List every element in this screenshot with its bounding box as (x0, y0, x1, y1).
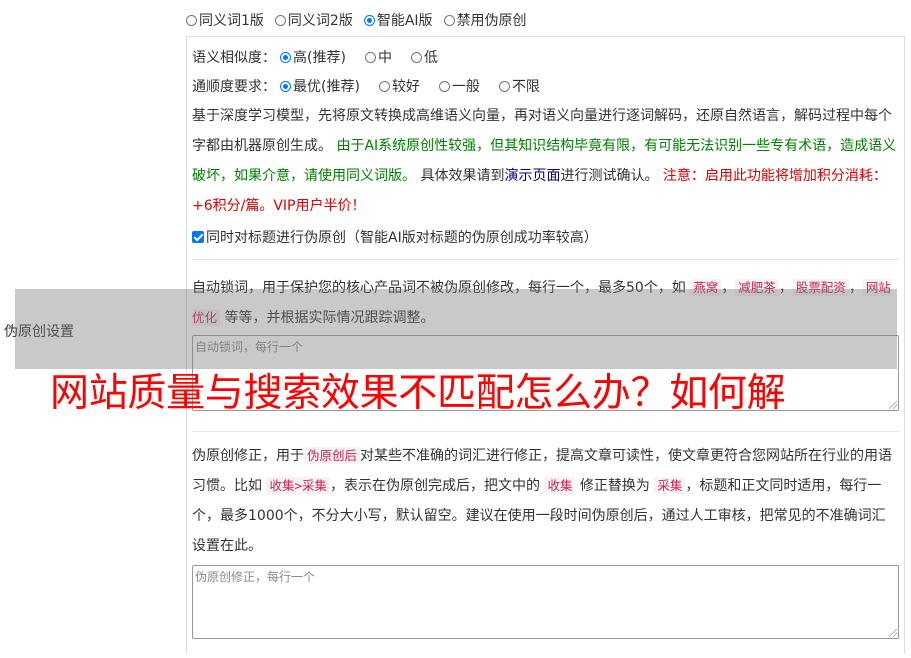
test-suffix-text: 进行测试确认。 (560, 168, 659, 184)
correction-description: 伪原创修正，用于 伪原创后 对某些不准确的词汇进行修正，提高文章可读性，使文章更符合… (192, 447, 893, 554)
ai-description: 基于深度学习模型，先将原文转换成高维语义向量，再对语义向量进行逐词解码，还原自然… (192, 101, 898, 221)
fluency-label: 通顺度要求： (192, 79, 276, 95)
correction-kw-example: 收集>采集 (266, 477, 330, 494)
radio-fluency-normal[interactable] (438, 80, 450, 92)
title-rewrite-label: 同时对标题进行伪原创（智能AI版对标题的伪原创成功率较高） (206, 230, 598, 246)
radio-ai[interactable] (363, 14, 375, 26)
correction-kw-after-rewrite: 伪原创后 (304, 447, 361, 464)
similarity-option-high[interactable]: 高(推荐) (280, 47, 346, 67)
demo-page-link[interactable]: 演示页面 (504, 168, 560, 184)
fluency-row: 通顺度要求： 最优(推荐) 较好 一般 不限 (192, 76, 551, 96)
correction-kw-to: 采集 (654, 477, 686, 494)
correction-textarea[interactable]: 伪原创修正，每行一个 (192, 565, 899, 639)
version-option-synonym1[interactable]: 同义词1版 (186, 10, 264, 30)
fluency-option-good[interactable]: 较好 (378, 76, 420, 96)
correction-kw-from: 收集 (544, 477, 576, 494)
version-radio-group: 同义词1版 同义词2版 智能AI版 禁用伪原创 (186, 10, 538, 30)
overlay-headline: 网站质量与搜索效果不匹配怎么办？如何解 (50, 371, 786, 416)
radio-similarity-low[interactable] (410, 51, 422, 63)
test-prefix-text: 具体效果请到 (420, 168, 505, 184)
title-rewrite-checkbox[interactable] (192, 231, 204, 243)
resize-grip-icon[interactable] (889, 629, 897, 637)
radio-disable[interactable] (443, 14, 455, 26)
similarity-label: 语义相似度： (192, 50, 276, 66)
fluency-option-normal[interactable]: 一般 (438, 76, 480, 96)
version-option-disable[interactable]: 禁用伪原创 (443, 10, 527, 30)
fluency-option-best[interactable]: 最优(推荐) (280, 76, 360, 96)
radio-synonym1[interactable] (186, 14, 197, 26)
divider-2 (192, 431, 899, 432)
overlay-band (15, 289, 897, 369)
radio-fluency-any[interactable] (498, 80, 510, 92)
similarity-option-low[interactable]: 低 (410, 47, 438, 67)
fluency-option-any[interactable]: 不限 (498, 76, 540, 96)
version-option-synonym2[interactable]: 同义词2版 (274, 10, 353, 30)
title-rewrite-option[interactable]: 同时对标题进行伪原创（智能AI版对标题的伪原创成功率较高） (192, 227, 598, 247)
similarity-option-mid[interactable]: 中 (364, 47, 392, 67)
version-option-ai[interactable]: 智能AI版 (363, 10, 433, 30)
resize-grip-icon[interactable] (889, 401, 897, 409)
divider-1 (192, 259, 899, 260)
radio-similarity-high[interactable] (280, 51, 291, 63)
radio-fluency-best[interactable] (280, 80, 291, 92)
radio-synonym2[interactable] (274, 14, 286, 26)
radio-fluency-good[interactable] (378, 80, 390, 92)
radio-similarity-mid[interactable] (364, 51, 376, 63)
correction-placeholder: 伪原创修正，每行一个 (195, 570, 316, 584)
similarity-row: 语义相似度： 高(推荐) 中 低 (192, 47, 449, 67)
